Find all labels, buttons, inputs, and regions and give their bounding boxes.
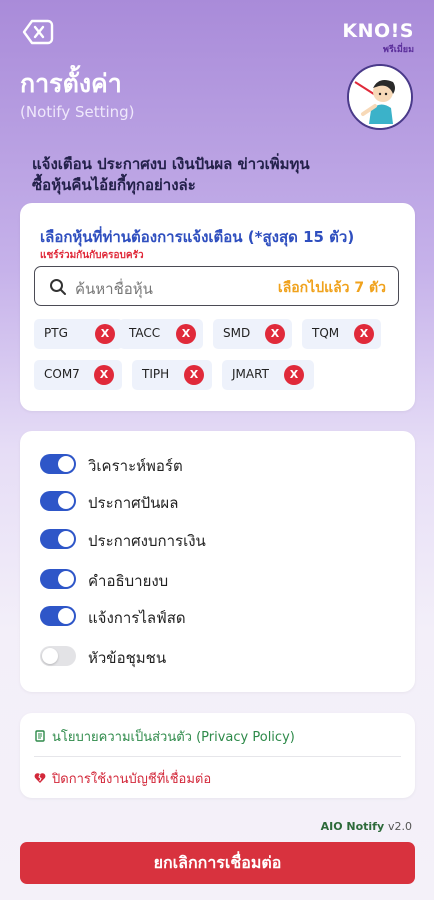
stock-picker-card: เลือกหุ้นที่ท่านต้องการแจ้งเตือน (*สูงสุ… — [20, 203, 415, 411]
brand: KNO!S พรีเมี่ยม — [342, 20, 414, 56]
stock-chip-smd: SMD X — [213, 319, 292, 349]
remove-chip-icon[interactable]: X — [265, 324, 285, 344]
brand-logo: KNO!S — [342, 20, 414, 42]
stock-chip-label: PTG — [44, 326, 68, 340]
search-placeholder: ค้นหาชื่อหุ้น — [75, 280, 153, 298]
page-subtitle: (Notify Setting) — [20, 103, 135, 121]
document-icon — [35, 730, 45, 742]
stock-chip-label: SMD — [223, 326, 251, 340]
toggle-switch[interactable] — [40, 491, 76, 511]
remove-chip-icon[interactable]: X — [354, 324, 374, 344]
toggle-label: ประกาศปันผล — [88, 494, 179, 512]
stock-chip-label: TIPH — [142, 367, 170, 381]
remove-chip-icon[interactable]: X — [95, 324, 115, 344]
toggle-switch[interactable] — [40, 529, 76, 549]
toggle-label: วิเคราะห์พอร์ต — [88, 457, 183, 475]
divider — [34, 756, 401, 757]
stock-chip-label: JMART — [232, 367, 269, 381]
broken-heart-icon — [34, 773, 46, 783]
stock-chip-tqm: TQM X — [302, 319, 381, 349]
toggle-label: หัวข้อชุมชน — [88, 649, 167, 667]
selected-count: เลือกไปแล้ว 7 ตัว — [277, 280, 386, 296]
stock-chip-com7: COM7 X — [34, 360, 122, 390]
intro-line-2: ซื้อหุ้นคืนไอ้ยกี้ทุกอย่างล่ะ — [32, 176, 196, 194]
back-icon — [22, 19, 54, 45]
remove-chip-icon[interactable]: X — [184, 365, 204, 385]
remove-chip-icon[interactable]: X — [94, 365, 114, 385]
remove-chip-icon[interactable]: X — [176, 324, 196, 344]
toggle-switch[interactable] — [40, 569, 76, 589]
stock-chip-jmart: JMART X — [222, 360, 314, 390]
stock-picker-title: เลือกหุ้นที่ท่านต้องการแจ้งเตือน (*สูงสุ… — [40, 228, 355, 246]
mascot-illustration — [349, 66, 411, 128]
toggle-switch[interactable] — [40, 454, 76, 474]
stock-chip-tacc: TACC X — [119, 319, 203, 349]
disable-linked-account-link[interactable]: ปิดการใช้งานบัญชีที่เชื่อมต่อ — [34, 768, 211, 789]
back-button[interactable] — [22, 18, 54, 46]
disconnect-button[interactable]: ยกเลิกการเชื่อมต่อ — [20, 842, 415, 884]
stock-search-input[interactable]: ค้นหาชื่อหุ้น เลือกไปแล้ว 7 ตัว — [34, 266, 399, 306]
stock-chip-tiph: TIPH X — [132, 360, 212, 390]
stock-picker-note: แชร์ร่วมกันกับครอบครัว — [40, 250, 144, 261]
search-icon — [50, 279, 66, 295]
links-card: นโยบายความเป็นส่วนตัว (Privacy Policy) ป… — [20, 713, 415, 798]
brand-premium-label: พรีเมี่ยม — [383, 45, 414, 55]
page-title: การตั้งค่า — [20, 69, 122, 98]
intro-line-1: แจ้งเตือน ประกาศงบ เงินปันผล ข่าวเพิ่มทุ… — [32, 155, 310, 173]
toggle-switch[interactable] — [40, 646, 76, 666]
version-label: AIO Notify v2.0 — [321, 820, 412, 833]
toggle-switch[interactable] — [40, 606, 76, 626]
toggle-label: แจ้งการไลฟ์สด — [88, 609, 186, 627]
toggle-label: ประกาศงบการเงิน — [88, 532, 206, 550]
intro-text: แจ้งเตือน ประกาศงบ เงินปันผล ข่าวเพิ่มทุ… — [32, 154, 412, 196]
notification-toggles-card: วิเคราะห์พอร์ต ประกาศปันผล ประกาศงบการเง… — [20, 431, 415, 692]
app-name: AIO Notify — [320, 820, 385, 833]
stock-chip-label: COM7 — [44, 367, 80, 381]
stock-chip-label: TQM — [312, 326, 340, 340]
remove-chip-icon[interactable]: X — [284, 365, 304, 385]
privacy-policy-label: นโยบายความเป็นส่วนตัว (Privacy Policy) — [52, 730, 295, 745]
stock-chip-ptg: PTG X — [34, 319, 123, 349]
disable-linked-account-label: ปิดการใช้งานบัญชีที่เชื่อมต่อ — [52, 772, 212, 787]
privacy-policy-link[interactable]: นโยบายความเป็นส่วนตัว (Privacy Policy) — [34, 726, 295, 747]
app-version: v2.0 — [387, 820, 412, 833]
avatar — [347, 64, 413, 130]
toggle-label: คำอธิบายงบ — [88, 572, 169, 590]
stock-chip-label: TACC — [129, 326, 161, 340]
